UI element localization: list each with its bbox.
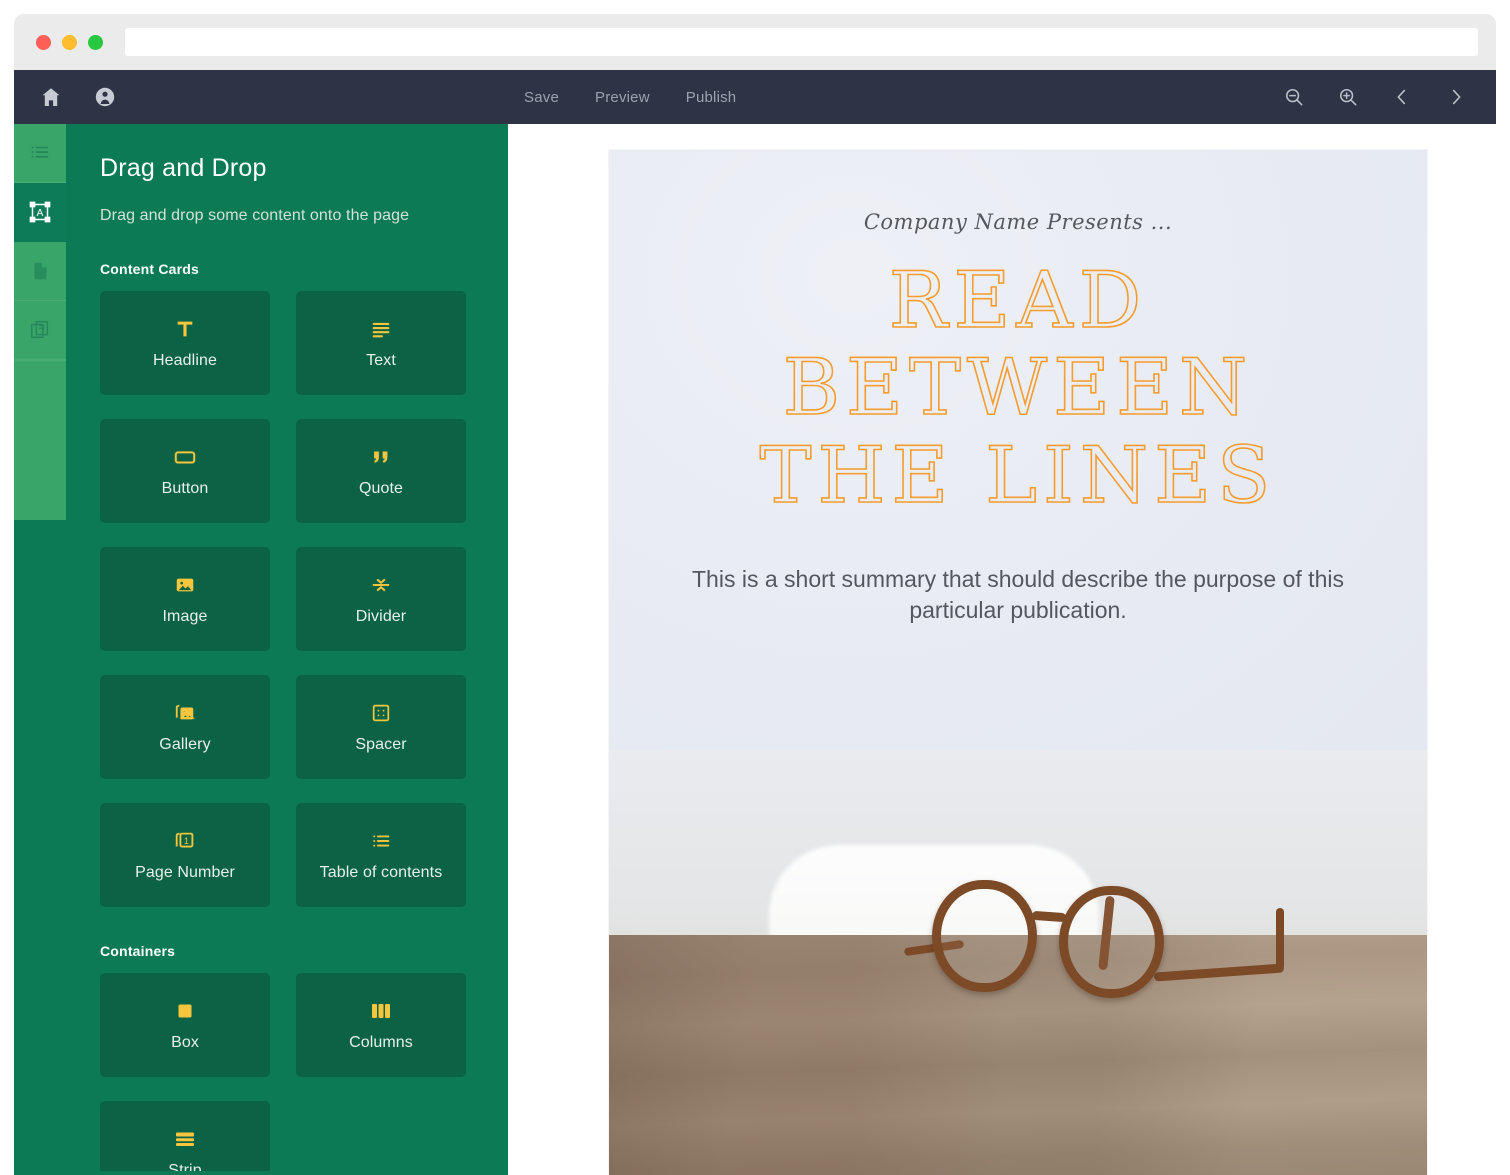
panel-bottom-edge xyxy=(14,1171,508,1175)
toolbar-actions: Save Preview Publish xyxy=(524,89,736,106)
card-text[interactable]: Text xyxy=(296,291,466,395)
card-label: Spacer xyxy=(355,736,406,754)
svg-text:A: A xyxy=(37,208,44,219)
card-quote[interactable]: Quote xyxy=(296,419,466,523)
zoom-out-icon[interactable] xyxy=(1282,85,1306,109)
zoom-in-icon[interactable] xyxy=(1336,85,1360,109)
card-label: Divider xyxy=(356,608,407,626)
card-table-of-contents[interactable]: Table of contents xyxy=(296,803,466,907)
cover-title[interactable]: READ BETWEEN THE LINES xyxy=(669,258,1367,520)
document-canvas[interactable]: Company Name Presents ... READ BETWEEN T… xyxy=(508,124,1496,1175)
document-icon xyxy=(29,260,51,282)
maximize-window-icon[interactable] xyxy=(88,35,103,50)
glasses-temple-tip xyxy=(1276,908,1284,970)
cover-title-line-2: BETWEEN xyxy=(669,345,1367,432)
card-label: Gallery xyxy=(159,736,210,754)
containers-grid: Box Columns xyxy=(100,973,474,1175)
home-icon[interactable] xyxy=(38,84,64,110)
cover-content: Company Name Presents ... READ BETWEEN T… xyxy=(609,150,1427,626)
cover-photo xyxy=(609,750,1427,1175)
page-number-icon: 1 xyxy=(173,828,197,854)
previous-page-icon[interactable] xyxy=(1390,85,1414,109)
drag-and-drop-panel: Drag and Drop Drag and drop some content… xyxy=(66,124,508,1175)
card-divider[interactable]: Divider xyxy=(296,547,466,651)
page-title: Drag and Drop xyxy=(100,154,474,183)
card-button[interactable]: Button xyxy=(100,419,270,523)
close-window-icon[interactable] xyxy=(36,35,51,50)
card-label: Button xyxy=(162,480,209,498)
text-lines-icon xyxy=(370,316,392,342)
rail-filler xyxy=(14,360,66,520)
image-icon xyxy=(174,572,196,598)
headline-icon xyxy=(174,316,196,342)
toolbar-tools xyxy=(1282,85,1468,109)
button-icon xyxy=(173,444,197,470)
card-label: Text xyxy=(366,352,396,370)
sidebar-item-pages[interactable] xyxy=(14,124,66,183)
svg-text:1: 1 xyxy=(184,836,189,846)
toolbar-left-group xyxy=(38,84,118,110)
panel-subtitle: Drag and drop some content onto the page xyxy=(100,207,474,225)
gallery-icon xyxy=(173,700,197,726)
card-label: Table of contents xyxy=(320,864,443,882)
sidebar-item-layouts[interactable] xyxy=(14,301,66,360)
address-bar[interactable] xyxy=(125,28,1478,56)
card-label: Columns xyxy=(349,1034,413,1052)
minimize-window-icon[interactable] xyxy=(62,35,77,50)
content-cards-grid: Headline Text xyxy=(100,291,474,907)
cover-title-line-1: READ xyxy=(669,258,1367,345)
app-toolbar: Save Preview Publish xyxy=(14,70,1496,124)
account-icon[interactable] xyxy=(92,84,118,110)
section-label-content-cards: Content Cards xyxy=(100,261,474,277)
workspace: A xyxy=(14,124,1496,1175)
publish-button[interactable]: Publish xyxy=(686,89,737,106)
text-frame-icon: A xyxy=(28,200,52,224)
cover-title-line-3: THE LINES xyxy=(669,433,1367,520)
card-label: Quote xyxy=(359,480,403,498)
card-columns[interactable]: Columns xyxy=(296,973,466,1077)
list-icon xyxy=(29,142,51,164)
sidebar-item-document[interactable] xyxy=(14,242,66,301)
box-icon xyxy=(176,998,194,1024)
card-label: Headline xyxy=(153,352,217,370)
glasses-lens-right xyxy=(1059,886,1164,998)
preview-button[interactable]: Preview xyxy=(595,89,650,106)
card-image[interactable]: Image xyxy=(100,547,270,651)
card-page-number[interactable]: 1 Page Number xyxy=(100,803,270,907)
card-box[interactable]: Box xyxy=(100,973,270,1077)
cover-presents-text[interactable]: Company Name Presents ... xyxy=(669,210,1367,234)
spacer-icon xyxy=(370,700,392,726)
strip-icon xyxy=(174,1126,196,1152)
card-gallery[interactable]: Gallery xyxy=(100,675,270,779)
browser-chrome xyxy=(14,14,1496,70)
section-label-containers: Containers xyxy=(100,943,474,959)
next-page-icon[interactable] xyxy=(1444,85,1468,109)
app-window: Save Preview Publish xyxy=(0,0,1510,1175)
table-of-contents-icon xyxy=(370,828,392,854)
card-label: Box xyxy=(171,1034,199,1052)
glasses-bridge xyxy=(1032,911,1067,922)
icon-rail: A xyxy=(14,124,66,1175)
card-label: Page Number xyxy=(135,864,235,882)
divider-icon xyxy=(370,572,392,598)
photo-eyeglasses xyxy=(904,878,1304,1003)
glasses-lens-left xyxy=(932,880,1037,992)
sidebar-item-content[interactable]: A xyxy=(14,183,66,242)
card-label: Image xyxy=(163,608,208,626)
card-headline[interactable]: Headline xyxy=(100,291,270,395)
card-spacer[interactable]: Spacer xyxy=(296,675,466,779)
glasses-temple-right xyxy=(1154,963,1284,981)
window-traffic-lights xyxy=(36,35,103,50)
document-page[interactable]: Company Name Presents ... READ BETWEEN T… xyxy=(609,150,1427,1175)
save-button[interactable]: Save xyxy=(524,89,559,106)
quote-icon xyxy=(370,444,392,470)
columns-icon xyxy=(370,998,392,1024)
cover-summary[interactable]: This is a short summary that should desc… xyxy=(669,564,1367,626)
layouts-icon xyxy=(29,319,51,341)
card-strip[interactable]: Strip xyxy=(100,1101,270,1175)
